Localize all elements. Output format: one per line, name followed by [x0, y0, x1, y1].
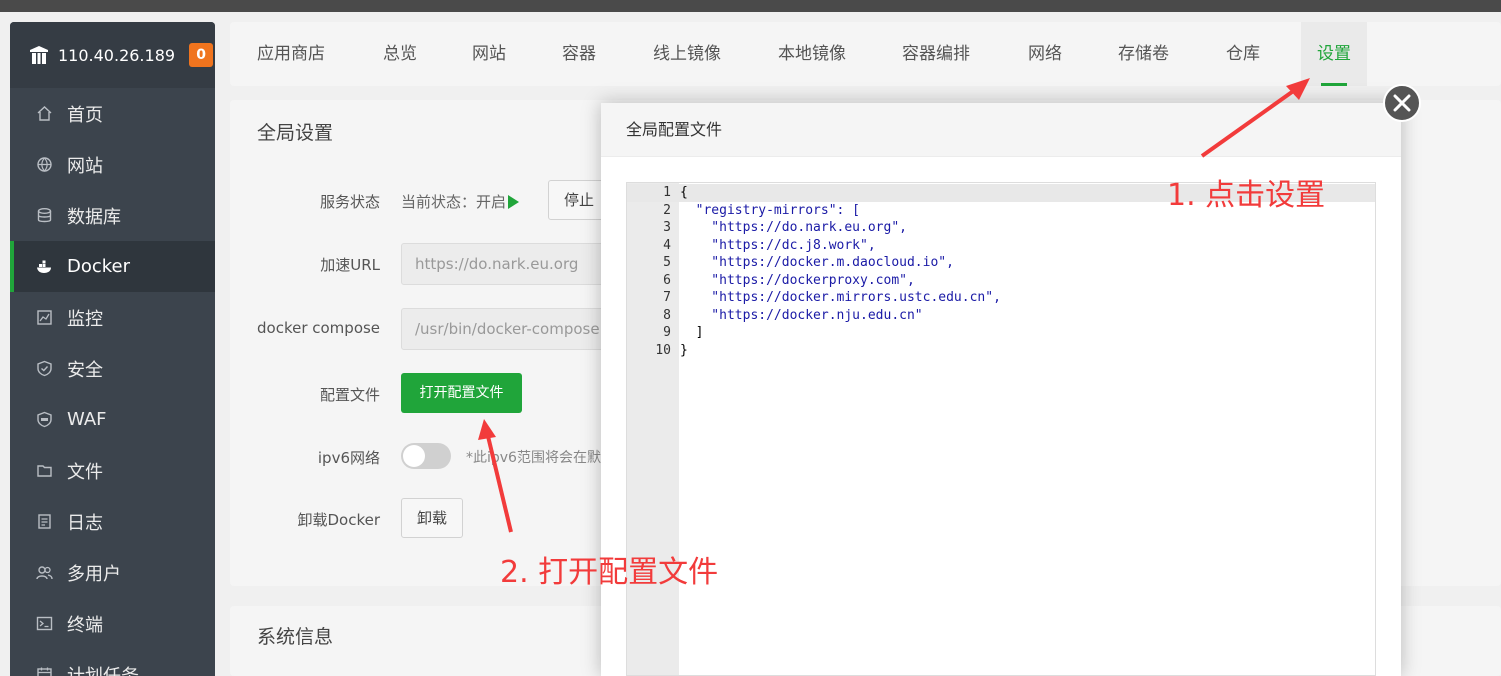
annotation-step1: 1. 点击设置 [1167, 178, 1326, 213]
arrow-to-open-config-button [478, 419, 513, 533]
annotation-step2: 2. 打开配置文件 [500, 555, 719, 590]
annotation-arrows [478, 78, 1310, 533]
arrow-to-settings-tab [1200, 78, 1310, 158]
